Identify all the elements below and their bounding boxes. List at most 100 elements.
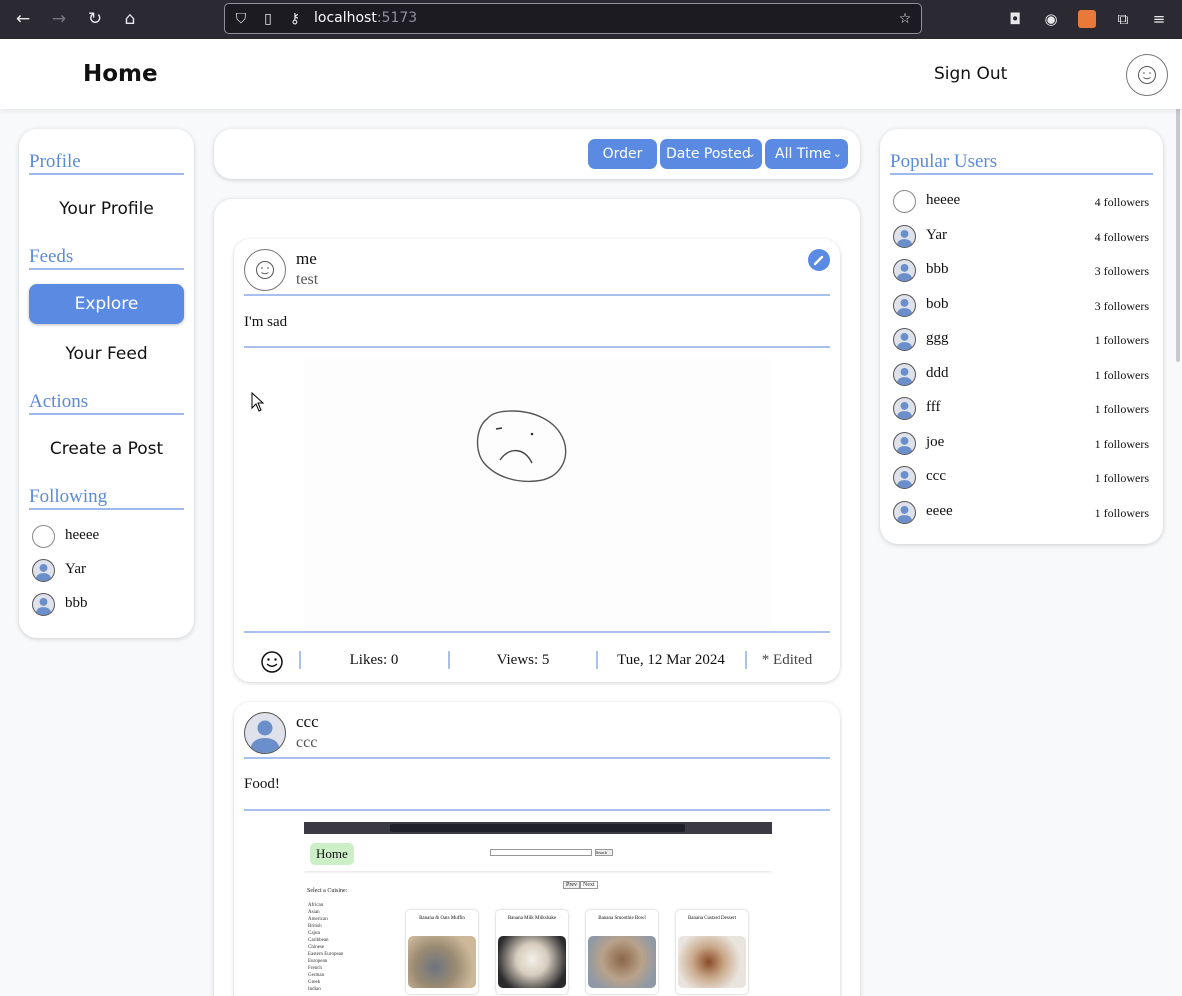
- popular-user-name: ccc: [926, 468, 946, 484]
- image-recipe-photo: [588, 936, 656, 988]
- popular-user-followers: 1 followers: [1094, 402, 1149, 416]
- post-date: Tue, 12 Mar 2024: [617, 652, 725, 668]
- forward-icon[interactable]: →: [47, 8, 71, 30]
- url-text: localhost:5173: [314, 10, 417, 26]
- views-count: Views: 5: [496, 652, 550, 668]
- home-link[interactable]: Home: [83, 61, 158, 87]
- popular-user-followers: 1 followers: [1094, 436, 1149, 451]
- pencil-icon: [813, 255, 824, 266]
- author-avatar[interactable]: [244, 249, 286, 291]
- extension-fox-icon[interactable]: [1078, 10, 1096, 28]
- blank-avatar-icon: [893, 190, 916, 213]
- image-search-button: Search: [595, 849, 613, 856]
- post-author[interactable]: ccc: [296, 712, 319, 732]
- popular-user-row[interactable]: eeee 1 followers: [893, 500, 1151, 525]
- image-home-label: Home: [310, 843, 354, 865]
- page-icon: ▯: [264, 11, 272, 27]
- address-bar[interactable]: ⛉ ▯ ⚷ localhost:5173 ☆: [224, 3, 922, 34]
- extensions-icon[interactable]: ⧉: [1112, 8, 1134, 30]
- popular-user-row[interactable]: heeee 4 followers: [893, 190, 1151, 214]
- key-icon[interactable]: ⚷: [285, 9, 305, 29]
- post-card[interactable]: me test I'm sad Likes: 0 Views: 5 Tue, 1…: [234, 239, 840, 682]
- reload-icon[interactable]: ↻: [83, 8, 107, 30]
- bookmark-star-icon[interactable]: ☆: [895, 9, 915, 29]
- likes-count: Likes: 0: [349, 652, 399, 668]
- image-cuisine-item: American: [308, 917, 328, 922]
- image-recipe-card: Banana & Oats Muffin: [406, 910, 478, 994]
- following-name: heeee: [65, 527, 100, 543]
- home-icon[interactable]: ⌂: [118, 8, 142, 30]
- range-select[interactable]: All Time ⌄: [765, 139, 848, 169]
- person-avatar-icon: [32, 593, 55, 616]
- popular-user-row[interactable]: joe 1 followers: [893, 431, 1151, 456]
- person-avatar-icon: [893, 224, 916, 248]
- image-recipe-card: Banana Milk Milkshake: [496, 910, 568, 994]
- create-post-link[interactable]: Create a Post: [29, 439, 184, 459]
- edited-label: * Edited: [761, 652, 813, 668]
- popular-user-followers: 4 followers: [1094, 195, 1149, 209]
- image-browser-bar: [304, 822, 772, 834]
- following-item[interactable]: heeee: [32, 525, 182, 549]
- popular-user-row[interactable]: fff 1 followers: [893, 397, 1151, 421]
- user-avatar[interactable]: [1126, 54, 1168, 96]
- popular-user-row[interactable]: ggg 1 followers: [893, 328, 1151, 352]
- mouse-cursor-icon: [251, 392, 265, 412]
- popular-user-name: joe: [926, 433, 945, 450]
- your-profile-link[interactable]: Your Profile: [29, 199, 184, 219]
- following-item[interactable]: bbb: [32, 593, 182, 617]
- your-feed-link[interactable]: Your Feed: [29, 344, 184, 364]
- following-item[interactable]: Yar: [32, 559, 182, 583]
- feed-panel: me test I'm sad Likes: 0 Views: 5 Tue, 1…: [214, 199, 860, 996]
- popular-user-name: heeee: [926, 192, 961, 208]
- edit-button[interactable]: [808, 249, 830, 271]
- popular-user-name: fff: [926, 399, 941, 415]
- person-avatar-icon: [893, 259, 916, 282]
- image-recipe-title: Banana Milk Milkshake: [507, 916, 557, 921]
- image-cuisine-item: Eastern European: [308, 952, 344, 957]
- post-divider: [244, 294, 830, 296]
- image-search-box: [490, 849, 592, 856]
- popular-user-row[interactable]: Yar 4 followers: [893, 224, 1151, 249]
- shield-icon[interactable]: ⛉: [231, 9, 251, 29]
- person-avatar-icon: [893, 328, 916, 351]
- popular-user-row[interactable]: bbb 3 followers: [893, 259, 1151, 283]
- image-cuisine-list: African Asian American British Cajun Car…: [308, 902, 343, 993]
- sort-select[interactable]: Date Posted ⌄: [660, 139, 762, 169]
- order-button[interactable]: Order: [588, 139, 657, 169]
- post-handle: test: [296, 271, 319, 288]
- sign-out-button[interactable]: Sign Out: [934, 64, 1007, 84]
- popular-user-name: bbb: [926, 261, 949, 277]
- image-recipe-title: Banana Custard Dessert: [687, 916, 737, 921]
- popular-user-row[interactable]: bob 3 followers: [893, 293, 1151, 318]
- following-name: bbb: [65, 595, 88, 611]
- post-card[interactable]: ccc ccc Food! Search Home Prev Next Sele…: [234, 702, 840, 996]
- url-port: :5173: [376, 10, 418, 26]
- popular-users-panel: Popular Users heeee 4 followers Yar 4 follo…: [880, 129, 1163, 544]
- image-cuisine-item: Chinese: [308, 945, 325, 950]
- popular-user-row[interactable]: ddd 1 followers: [893, 362, 1151, 387]
- explore-button[interactable]: Explore: [29, 284, 184, 324]
- image-cuisine-item: African: [308, 903, 324, 908]
- popular-user-name: Yar: [926, 226, 947, 243]
- post-stats: Likes: 0 Views: 5 Tue, 12 Mar 2024 * Edi…: [244, 643, 830, 673]
- account-icon[interactable]: ◉: [1040, 8, 1062, 30]
- menu-icon[interactable]: ≡: [1148, 8, 1170, 30]
- person-avatar-icon: [32, 559, 55, 582]
- sort-select-value: Date Posted: [666, 146, 751, 162]
- person-avatar-icon: [893, 362, 916, 386]
- image-app-header: Search: [304, 837, 772, 871]
- pocket-icon[interactable]: ◘: [1004, 8, 1026, 30]
- popular-user-followers: 1 followers: [1094, 367, 1149, 382]
- image-prev-button: Prev: [563, 881, 580, 889]
- post-divider: [244, 809, 830, 811]
- author-avatar[interactable]: [244, 712, 286, 754]
- popular-user-row[interactable]: ccc 1 followers: [893, 466, 1151, 490]
- react-smiley-icon[interactable]: [261, 651, 283, 673]
- person-avatar-icon: [893, 293, 916, 317]
- popular-user-name: ggg: [926, 330, 949, 346]
- following-name: Yar: [65, 561, 86, 577]
- popular-user-name: ddd: [926, 364, 949, 381]
- back-icon[interactable]: ←: [11, 8, 35, 30]
- image-cuisine-item: German: [308, 973, 325, 978]
- post-author[interactable]: me: [296, 249, 317, 269]
